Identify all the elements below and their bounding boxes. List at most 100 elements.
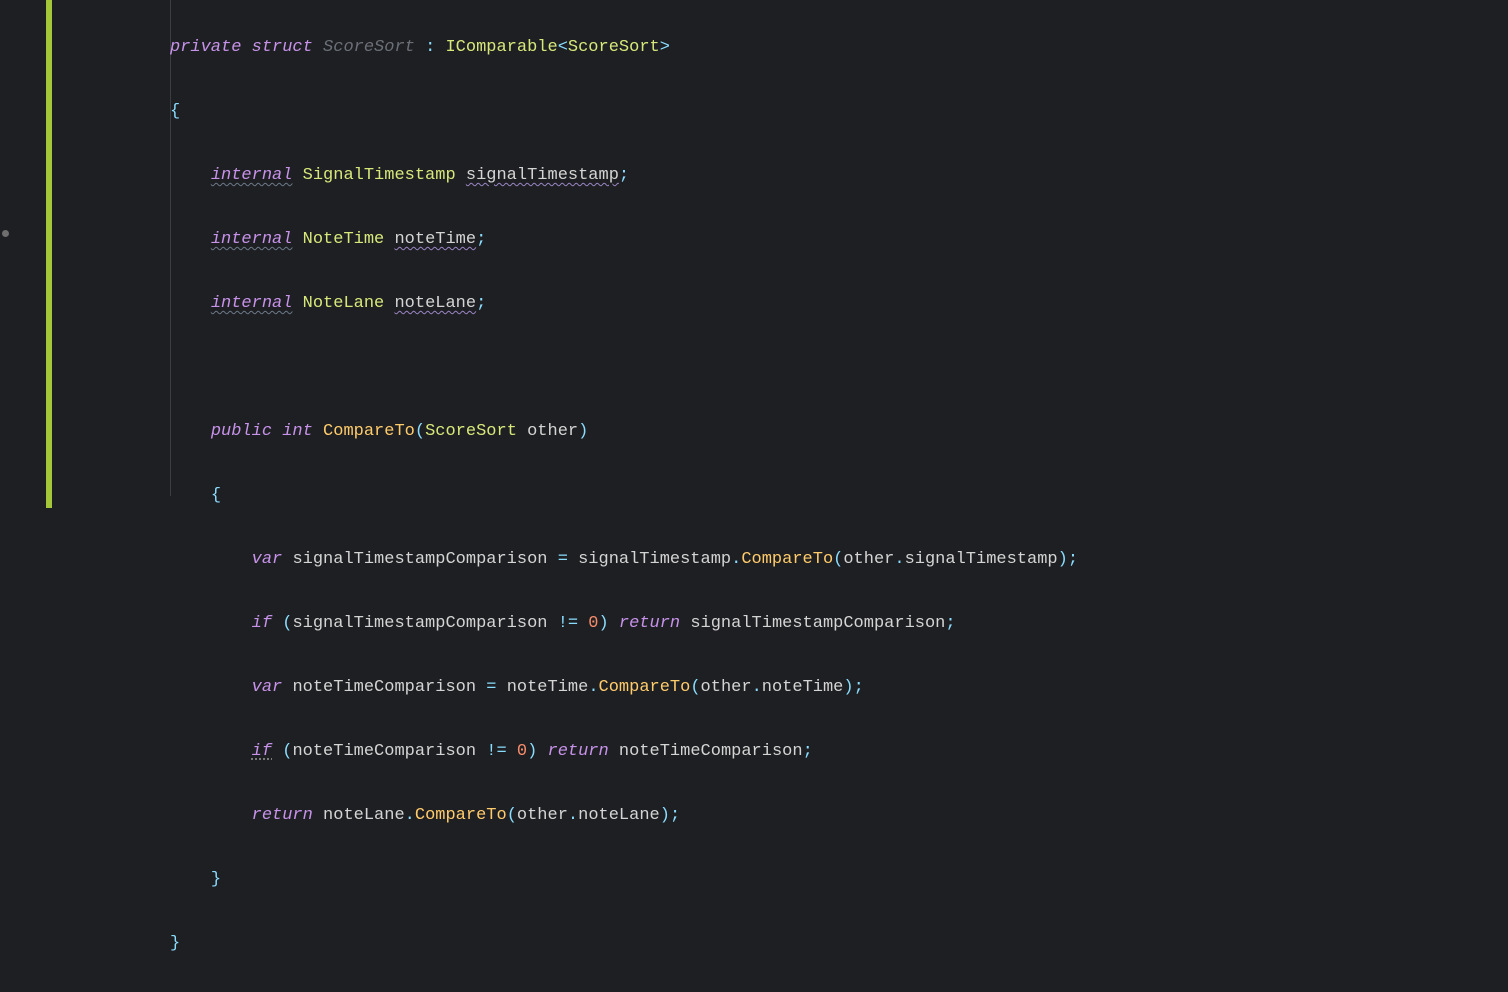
- paren-open: (: [690, 678, 700, 697]
- type-ref: IComparable: [445, 38, 557, 57]
- angle-open: <: [558, 38, 568, 57]
- type-decl: ScoreSort: [323, 38, 415, 57]
- code-line[interactable]: internal NoteLane noteLane;: [170, 288, 1508, 320]
- code-line[interactable]: private struct ScoreSort : IComparable<S…: [170, 32, 1508, 64]
- paren-close: ): [660, 806, 670, 825]
- angle-close: >: [660, 38, 670, 57]
- param-ref: other: [701, 678, 752, 697]
- code-line[interactable]: if (noteTimeComparison != 0) return note…: [170, 736, 1508, 768]
- keyword: return: [619, 614, 680, 633]
- semicolon: ;: [670, 806, 680, 825]
- paren-close: ): [578, 422, 588, 441]
- local-ref: signalTimestampComparison: [292, 614, 547, 633]
- semicolon: ;: [619, 166, 629, 185]
- code-line[interactable]: {: [170, 480, 1508, 512]
- semicolon: ;: [1068, 550, 1078, 569]
- param-ref: other: [517, 806, 568, 825]
- dot: .: [405, 806, 415, 825]
- dot: .: [568, 806, 578, 825]
- field-ref: signalTimestamp: [905, 550, 1058, 569]
- dot: .: [731, 550, 741, 569]
- keyword: internal: [211, 166, 293, 185]
- field: noteTime: [394, 230, 476, 249]
- paren-close: ): [1058, 550, 1068, 569]
- code-line[interactable]: return noteLane.CompareTo(other.noteLane…: [170, 800, 1508, 832]
- code-line[interactable]: [170, 352, 1508, 384]
- code-line[interactable]: if (signalTimestampComparison != 0) retu…: [170, 608, 1508, 640]
- field-ref: noteTime: [762, 678, 844, 697]
- operator: !=: [558, 614, 578, 633]
- operator: =: [486, 678, 496, 697]
- parameter: other: [527, 422, 578, 441]
- method-call: CompareTo: [599, 678, 691, 697]
- dot: .: [894, 550, 904, 569]
- type-ref: NoteTime: [303, 230, 385, 249]
- paren-open: (: [507, 806, 517, 825]
- type-ref: SignalTimestamp: [303, 166, 456, 185]
- keyword: struct: [252, 38, 313, 57]
- keyword: int: [282, 422, 313, 441]
- colon: :: [425, 38, 435, 57]
- keyword: return: [252, 806, 313, 825]
- paren-open: (: [282, 614, 292, 633]
- method-call: CompareTo: [741, 550, 833, 569]
- paren-close: ): [843, 678, 853, 697]
- type-ref: ScoreSort: [568, 38, 660, 57]
- code-line[interactable]: internal SignalTimestamp signalTimestamp…: [170, 160, 1508, 192]
- code-editor[interactable]: private struct ScoreSort : IComparable<S…: [170, 0, 1508, 520]
- keyword: if: [252, 614, 272, 633]
- code-line[interactable]: internal NoteTime noteTime;: [170, 224, 1508, 256]
- brace-open: {: [170, 102, 180, 121]
- code-line[interactable]: }: [170, 928, 1508, 960]
- field-ref: noteTime: [507, 678, 589, 697]
- type-ref: ScoreSort: [425, 422, 517, 441]
- number: 0: [517, 742, 527, 761]
- paren-open: (: [833, 550, 843, 569]
- dot: .: [588, 678, 598, 697]
- method-decl: CompareTo: [323, 422, 415, 441]
- keyword: return: [548, 742, 609, 761]
- code-line[interactable]: var signalTimestampComparison = signalTi…: [170, 544, 1508, 576]
- local-ref: noteTimeComparison: [292, 742, 476, 761]
- paren-close: ): [599, 614, 609, 633]
- semicolon: ;: [945, 614, 955, 633]
- brace-open: {: [211, 486, 221, 505]
- paren-open: (: [415, 422, 425, 441]
- type-ref: NoteLane: [303, 294, 385, 313]
- field-ref: noteLane: [323, 806, 405, 825]
- local-ref: signalTimestampComparison: [690, 614, 945, 633]
- keyword: private: [170, 38, 241, 57]
- param-ref: other: [843, 550, 894, 569]
- semicolon: ;: [803, 742, 813, 761]
- code-line[interactable]: public int CompareTo(ScoreSort other): [170, 416, 1508, 448]
- local: signalTimestampComparison: [292, 550, 547, 569]
- keyword: var: [252, 678, 283, 697]
- semicolon: ;: [476, 294, 486, 313]
- code-line[interactable]: {: [170, 96, 1508, 128]
- keyword: public: [211, 422, 272, 441]
- keyword: var: [252, 550, 283, 569]
- field-ref: noteLane: [578, 806, 660, 825]
- breakpoint-indicator-icon[interactable]: [2, 230, 9, 237]
- dot: .: [752, 678, 762, 697]
- semicolon: ;: [476, 230, 486, 249]
- code-line[interactable]: var noteTimeComparison = noteTime.Compar…: [170, 672, 1508, 704]
- editor-gutter[interactable]: [0, 0, 40, 520]
- field: signalTimestamp: [466, 166, 619, 185]
- paren-open: (: [282, 742, 292, 761]
- brace-close: }: [211, 870, 221, 889]
- local: noteTimeComparison: [292, 678, 476, 697]
- vcs-change-marker[interactable]: [46, 0, 52, 508]
- keyword: if: [252, 742, 272, 761]
- brace-close: }: [170, 934, 180, 953]
- local-ref: noteTimeComparison: [619, 742, 803, 761]
- field-ref: signalTimestamp: [578, 550, 731, 569]
- keyword: internal: [211, 230, 293, 249]
- code-line[interactable]: }: [170, 864, 1508, 896]
- field: noteLane: [394, 294, 476, 313]
- number: 0: [588, 614, 598, 633]
- semicolon: ;: [854, 678, 864, 697]
- method-call: CompareTo: [415, 806, 507, 825]
- operator: !=: [486, 742, 506, 761]
- paren-close: ): [527, 742, 537, 761]
